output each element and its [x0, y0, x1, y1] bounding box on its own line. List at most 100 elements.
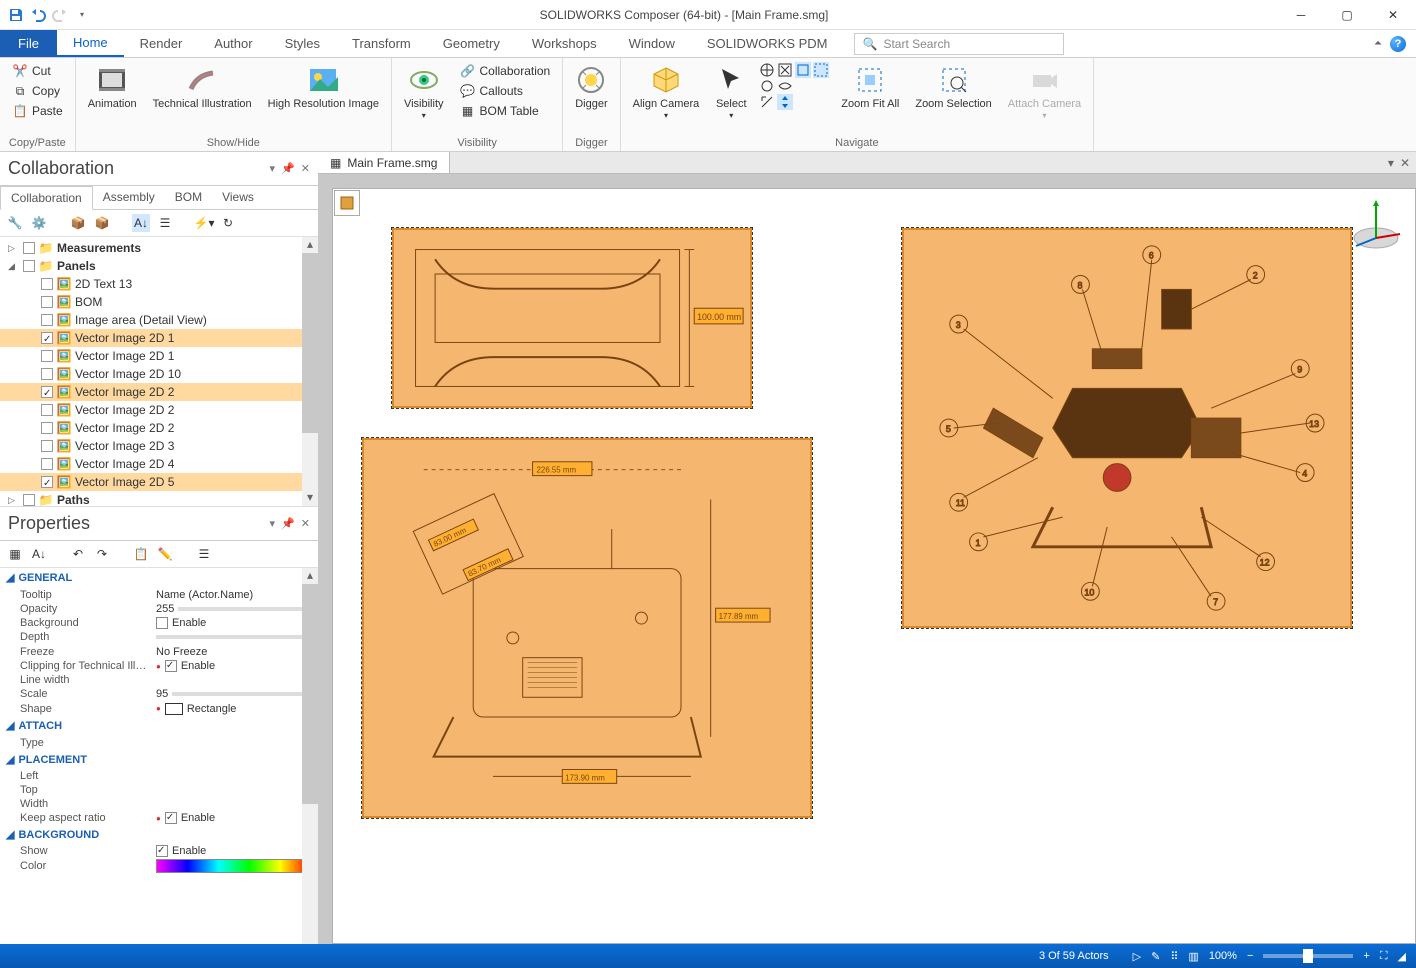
- tree-row[interactable]: 🖼️Vector Image 2D 2: [0, 383, 318, 401]
- toolbar-icon[interactable]: ⚡▾: [195, 214, 213, 232]
- tab-author[interactable]: Author: [198, 30, 268, 57]
- toolbar-icon[interactable]: ☰: [156, 214, 174, 232]
- tree-row[interactable]: 🖼️Vector Image 2D 2: [0, 401, 318, 419]
- high-res-image-button[interactable]: High Resolution Image: [264, 62, 383, 112]
- tree-checkbox[interactable]: [41, 332, 53, 344]
- freeze-value[interactable]: No Freeze▾: [156, 645, 312, 658]
- tree-checkbox[interactable]: [41, 350, 53, 362]
- panel-dropdown-icon[interactable]: ▾: [270, 162, 276, 175]
- keepar-value[interactable]: ●Enable: [156, 812, 312, 824]
- tab-menu-icon[interactable]: ▾: [1388, 156, 1394, 170]
- tab-assembly[interactable]: Assembly: [93, 186, 165, 209]
- tree-scrollbar[interactable]: ▴▾: [302, 237, 318, 506]
- tree-row[interactable]: 🖼️Vector Image 2D 10: [0, 365, 318, 383]
- vector-panel-1[interactable]: 100.00 mm: [392, 228, 752, 408]
- tab-bom[interactable]: BOM: [165, 186, 212, 209]
- tab-collaboration[interactable]: Collaboration: [0, 186, 93, 210]
- tab-window[interactable]: Window: [613, 30, 691, 57]
- opacity-value[interactable]: 255: [156, 603, 312, 615]
- tab-home[interactable]: Home: [57, 30, 124, 57]
- tree-checkbox[interactable]: [41, 278, 53, 290]
- toolbar-icon[interactable]: ↷: [93, 545, 111, 563]
- tree-checkbox[interactable]: [41, 476, 53, 488]
- attach-camera-button[interactable]: Attach Camera▾: [1004, 62, 1085, 123]
- toolbar-icon[interactable]: 📦: [69, 214, 87, 232]
- tab-transform[interactable]: Transform: [336, 30, 427, 57]
- tree-checkbox[interactable]: [41, 296, 53, 308]
- nav-mini-4[interactable]: [813, 62, 829, 78]
- close-button[interactable]: ✕: [1370, 0, 1416, 30]
- redo-icon[interactable]: [52, 7, 68, 23]
- vector-panel-3[interactable]: 3 5 11 1 10 7 12 4 13 9 2 6 8: [902, 228, 1352, 628]
- zoom-selection-button[interactable]: Zoom Selection: [911, 62, 995, 112]
- zoom-fit-icon[interactable]: ⛶: [1380, 950, 1388, 963]
- resize-grip-icon[interactable]: ◢: [1398, 950, 1406, 963]
- shape-value[interactable]: ●Rectangle▾: [156, 702, 312, 715]
- qat-dropdown-icon[interactable]: ▾: [74, 7, 90, 23]
- toolbar-icon[interactable]: 📋: [132, 545, 150, 563]
- view-cube-icon[interactable]: [334, 190, 360, 216]
- tree-checkbox[interactable]: [41, 386, 53, 398]
- tree-row[interactable]: 🖼️Vector Image 2D 4: [0, 455, 318, 473]
- status-icon[interactable]: ⠿: [1170, 950, 1178, 963]
- tree-row[interactable]: 🖼️Image area (Detail View): [0, 311, 318, 329]
- properties-scrollbar[interactable]: ▴: [302, 568, 318, 944]
- undo-icon[interactable]: [30, 7, 46, 23]
- pin-icon[interactable]: 📌: [281, 517, 295, 530]
- toolbar-icon[interactable]: ✏️: [156, 545, 174, 563]
- toolbar-icon[interactable]: 📦: [93, 214, 111, 232]
- bom-table-toggle[interactable]: ▦BOM Table: [456, 102, 555, 120]
- collapse-ribbon-icon[interactable]: ⏶: [1374, 38, 1382, 49]
- pin-icon[interactable]: 📌: [281, 162, 295, 175]
- vector-panel-2[interactable]: 226.55 mm 83.00 mm 83.70 mm 177.89 mm 17…: [362, 438, 812, 818]
- tree-row[interactable]: 🖼️Vector Image 2D 1: [0, 329, 318, 347]
- zoom-fit-all-button[interactable]: Zoom Fit All: [837, 62, 903, 112]
- nav-mini-3[interactable]: [795, 62, 811, 78]
- technical-illustration-button[interactable]: Technical Illustration: [149, 62, 256, 112]
- panel-dropdown-icon[interactable]: ▾: [270, 517, 276, 530]
- tree-row[interactable]: 🖼️2D Text 13: [0, 275, 318, 293]
- nav-mini-2[interactable]: [777, 62, 793, 78]
- tab-render[interactable]: Render: [124, 30, 199, 57]
- section-placement[interactable]: ◢PLACEMENT: [0, 750, 318, 769]
- tree-row[interactable]: ◢📁Panels: [0, 257, 318, 275]
- copy-button[interactable]: ⧉Copy: [8, 82, 67, 100]
- tree-checkbox[interactable]: [41, 440, 53, 452]
- type-value[interactable]: ▾: [156, 736, 312, 749]
- tab-views[interactable]: Views: [212, 186, 264, 209]
- collaboration-toggle[interactable]: 🔗Collaboration: [456, 62, 555, 80]
- save-icon[interactable]: [8, 7, 24, 23]
- file-tab[interactable]: File: [0, 30, 57, 57]
- section-attach[interactable]: ◢ATTACH: [0, 716, 318, 735]
- tree-checkbox[interactable]: [23, 494, 35, 506]
- bgshow-value[interactable]: Enable: [156, 845, 312, 857]
- expand-icon[interactable]: ▷: [8, 243, 20, 254]
- scale-value[interactable]: 95: [156, 688, 312, 700]
- zoom-out-icon[interactable]: −: [1247, 950, 1253, 962]
- toolbar-icon[interactable]: ⚙️: [30, 214, 48, 232]
- depth-value[interactable]: [156, 635, 312, 639]
- toolbar-icon[interactable]: ↶: [69, 545, 87, 563]
- view-triad[interactable]: [1346, 194, 1406, 254]
- nav-mini-6[interactable]: [777, 78, 793, 94]
- clip-enable[interactable]: ●Enable: [156, 660, 312, 672]
- select-button[interactable]: Select▾: [711, 62, 751, 123]
- tooltip-value[interactable]: Name (Actor.Name)▾: [156, 588, 312, 601]
- toolbar-icon[interactable]: ↻: [219, 214, 237, 232]
- close-panel-icon[interactable]: ✕: [301, 162, 310, 175]
- tree-checkbox[interactable]: [23, 242, 35, 254]
- background-enable[interactable]: Enable: [156, 617, 312, 629]
- tab-pdm[interactable]: SOLIDWORKS PDM: [691, 30, 844, 57]
- tree-row[interactable]: 🖼️Vector Image 2D 5: [0, 473, 318, 491]
- visibility-button[interactable]: Visibility▾: [400, 62, 448, 123]
- tree-checkbox[interactable]: [41, 368, 53, 380]
- status-icon[interactable]: ▥: [1188, 950, 1198, 963]
- tab-workshops[interactable]: Workshops: [516, 30, 613, 57]
- help-icon[interactable]: ?: [1390, 36, 1406, 52]
- ribbon-search[interactable]: 🔍 Start Search: [854, 33, 1064, 55]
- section-background[interactable]: ◢BACKGROUND: [0, 825, 318, 844]
- cut-button[interactable]: ✂️Cut: [8, 62, 67, 80]
- tree-checkbox[interactable]: [23, 260, 35, 272]
- tree-checkbox[interactable]: [41, 422, 53, 434]
- align-camera-button[interactable]: Align Camera▾: [629, 62, 704, 123]
